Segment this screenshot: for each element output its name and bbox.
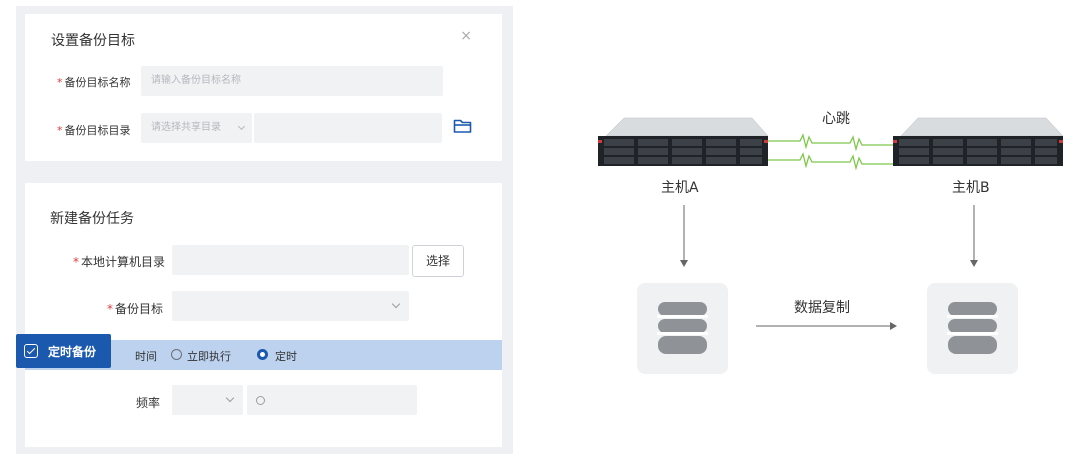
database-a-box bbox=[637, 283, 728, 374]
database-icon bbox=[947, 302, 998, 354]
server-b-icon bbox=[893, 117, 1064, 166]
server-a-icon bbox=[598, 117, 769, 166]
database-icon bbox=[657, 302, 708, 354]
ha-diagram bbox=[598, 117, 1064, 330]
host-b-label: 主机B bbox=[952, 180, 990, 196]
heartbeat-label: 心跳 bbox=[822, 111, 850, 127]
replication-label: 数据复制 bbox=[794, 300, 850, 316]
heartbeat-lines bbox=[768, 133, 893, 171]
database-b-box bbox=[927, 283, 1018, 374]
host-a-label: 主机A bbox=[661, 180, 699, 196]
